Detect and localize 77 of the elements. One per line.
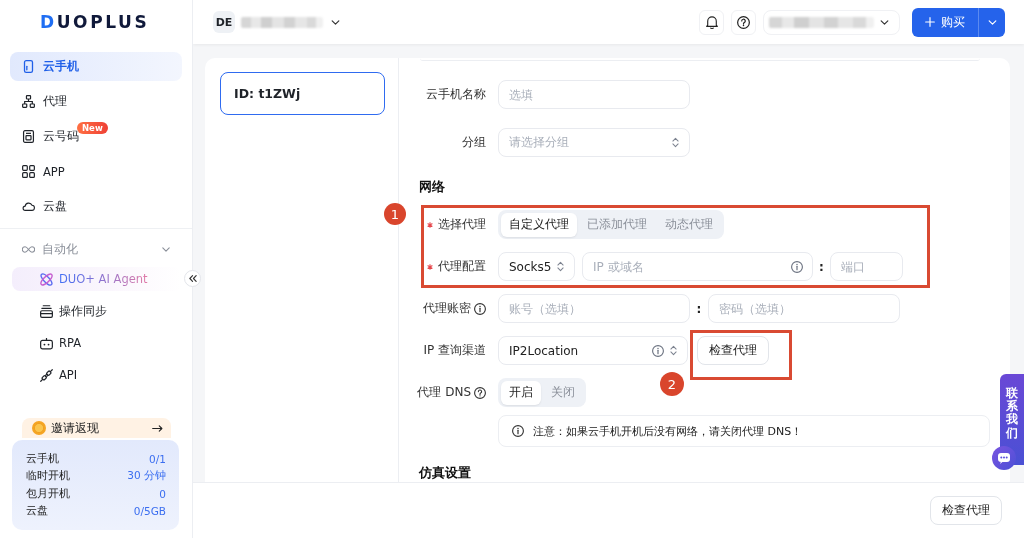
- document-icon: [22, 130, 35, 143]
- check-proxy-button[interactable]: 检查代理: [697, 336, 769, 365]
- info-icon: [791, 260, 803, 273]
- segment-option[interactable]: 自定义代理: [501, 212, 577, 237]
- host-input[interactable]: IP 或域名: [582, 252, 813, 281]
- info-icon: [652, 344, 664, 357]
- nav-item[interactable]: API: [12, 363, 182, 387]
- field-label: 选择代理: [438, 216, 486, 233]
- workspace-avatar[interactable]: DE: [213, 11, 235, 33]
- arrow-right-icon: [152, 424, 163, 432]
- notification-button[interactable]: [699, 9, 724, 35]
- chevron-down-icon[interactable]: [880, 19, 889, 25]
- cloud-icon: [22, 202, 35, 211]
- step-badge: 2: [660, 372, 684, 396]
- password-input[interactable]: 密码（选填）: [708, 294, 900, 323]
- coin-icon: [32, 421, 46, 435]
- section-title: 网络: [419, 178, 445, 196]
- hierarchy-icon: [22, 95, 35, 108]
- usage-value: 0/5GB: [133, 505, 166, 518]
- separator: :: [695, 301, 703, 316]
- double-chevron-left-icon: [188, 275, 197, 282]
- nav-item[interactable]: APP: [10, 157, 182, 186]
- bell-icon: [705, 15, 718, 29]
- usage-label: 云盘: [26, 504, 48, 519]
- robot-icon: [40, 336, 53, 350]
- updown-icon: [672, 137, 679, 148]
- account-input[interactable]: 账号（选填）: [498, 294, 690, 323]
- invite-banner[interactable]: 邀请返现: [22, 418, 171, 438]
- ip-source-select[interactable]: IP2Location: [498, 336, 688, 365]
- usage-label: 临时开机: [26, 469, 70, 484]
- name-input[interactable]: 选填: [498, 80, 690, 109]
- nav-item[interactable]: 云盘: [10, 192, 182, 221]
- field-label: 代理 DNS: [417, 384, 471, 401]
- chevron-down-icon: [987, 19, 997, 25]
- section-title: 仿真设置: [419, 464, 471, 481]
- device-item[interactable]: ID: t1ZWj: [220, 72, 385, 115]
- new-badge: New: [77, 122, 108, 134]
- field-label: IP 查询渠道: [423, 342, 486, 359]
- protocol-select[interactable]: Socks5: [498, 252, 575, 281]
- nav-item[interactable]: 云手机: [10, 52, 182, 81]
- nav-item[interactable]: 操作同步: [12, 299, 182, 323]
- phone-icon: [22, 60, 35, 73]
- step-badge: 1: [384, 203, 406, 225]
- usage-value: 30 分钟: [127, 469, 166, 484]
- buy-button[interactable]: 购买: [912, 7, 978, 37]
- buy-menu-button[interactable]: [978, 7, 1005, 37]
- updown-icon: [670, 345, 677, 356]
- help-icon: [737, 15, 750, 29]
- field-label: 代理账密: [423, 300, 471, 317]
- usage-value: 0: [159, 487, 166, 500]
- info-icon: [512, 425, 524, 437]
- help-button[interactable]: [731, 9, 756, 35]
- logo[interactable]: DUOPLUS: [40, 13, 150, 32]
- chevron-down-icon[interactable]: [331, 19, 340, 25]
- plus-icon: [925, 17, 935, 27]
- tray-icon: [40, 304, 53, 318]
- nav-item[interactable]: 云号码 New: [10, 122, 182, 151]
- atom-icon: [40, 272, 53, 286]
- updown-icon: [557, 261, 565, 272]
- port-input[interactable]: 端口: [830, 252, 903, 281]
- field-label: 云手机名称: [426, 86, 486, 103]
- separator: :: [818, 259, 825, 274]
- check-proxy-button[interactable]: 检查代理: [930, 496, 1002, 525]
- usage-label: 包月开机: [26, 486, 70, 501]
- grid-icon: [22, 165, 35, 178]
- collapse-button[interactable]: [184, 270, 201, 287]
- notice-text: 注意：如果云手机开机后没有网络，请关闭代理 DNS！: [533, 423, 803, 439]
- infinity-icon: [22, 245, 35, 253]
- field-label: 代理配置: [438, 258, 486, 275]
- nav-item[interactable]: RPA: [12, 331, 182, 355]
- field-label: 分组: [462, 134, 486, 151]
- segment-option[interactable]: 开启: [501, 380, 541, 405]
- nav-item[interactable]: 代理: [10, 87, 182, 116]
- usage-label: 云手机: [26, 451, 59, 466]
- chat-icon[interactable]: [992, 446, 1016, 470]
- usage-value: 0/1: [149, 452, 166, 465]
- link-icon: [40, 368, 53, 382]
